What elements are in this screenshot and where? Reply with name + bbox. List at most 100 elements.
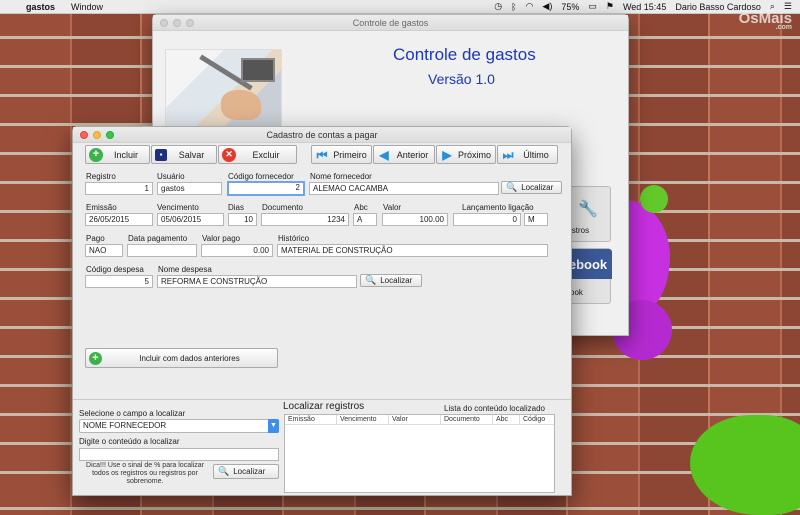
cadastro-window: Cadastro de contas a pagar + Incluir ▪ Sal…	[72, 126, 572, 496]
first-icon: ⏮	[316, 147, 328, 162]
valor-field[interactable]: 100.00	[382, 213, 448, 226]
wallpaper-splash	[690, 415, 800, 515]
historico-field[interactable]: MATERIAL DE CONSTRUÇÃO	[277, 244, 548, 257]
flag-icon[interactable]: ⚑	[606, 1, 614, 12]
menu-bar: gastos Window ◷ ᛒ ◠ ◀) 75% ▭ ⚑ Wed 15:45…	[0, 0, 800, 14]
nome-despesa-field[interactable]: REFORMA E CONSTRUÇÃO	[157, 275, 357, 288]
previous-icon: ◀	[379, 147, 389, 162]
incluir-anteriores-button[interactable]: + Incluir com dados anteriores	[85, 348, 278, 368]
close-button[interactable]	[160, 19, 168, 27]
select-field-label: Selecione o campo a localizar	[79, 409, 186, 418]
last-icon: ⏭	[502, 147, 514, 162]
dias-field[interactable]: 10	[228, 213, 257, 226]
excluir-button[interactable]: ✕ Excluir	[218, 145, 297, 164]
app-version: Versão 1.0	[428, 71, 495, 87]
emissao-field[interactable]: 26/05/2015	[85, 213, 153, 226]
salvar-button[interactable]: ▪ Salvar	[151, 145, 217, 164]
codigo-fornecedor-label: Código fornecedor	[228, 172, 294, 181]
abc-field[interactable]: A	[353, 213, 377, 226]
nome-despesa-label: Nome despesa	[158, 265, 212, 274]
pago-label: Pago	[86, 234, 105, 243]
window-title: Cadastro de contas a pagar	[266, 129, 378, 140]
next-icon: ▶	[442, 147, 452, 162]
data-pagamento-label: Data pagamento	[128, 234, 188, 243]
registro-field[interactable]: 1	[85, 182, 153, 195]
column-header[interactable]: Vencimento	[337, 415, 389, 424]
incluir-button[interactable]: + Incluir	[85, 145, 150, 164]
volume-icon[interactable]: ◀)	[542, 1, 552, 12]
search-input[interactable]	[79, 448, 279, 461]
column-header[interactable]: Abc	[493, 415, 520, 424]
lancamento-field[interactable]: 0	[453, 213, 521, 226]
field-select[interactable]: NOME FORNECEDOR ▼	[79, 419, 279, 433]
time-machine-icon[interactable]: ◷	[494, 1, 502, 12]
localizar-fornecedor-button[interactable]: 🔍 Localizar	[501, 181, 562, 194]
clock[interactable]: Wed 15:45	[623, 2, 666, 12]
app-title: Controle de gastos	[393, 45, 536, 64]
search-content-label: Digite o conteúdo a localizar	[79, 437, 180, 446]
search-icon: 🔍	[506, 182, 518, 192]
wifi-icon[interactable]: ◠	[526, 1, 534, 12]
splash-window-title: Controle de gastos	[352, 17, 429, 28]
codigo-despesa-label: Código despesa	[86, 265, 144, 274]
column-header[interactable]: Emissão	[285, 415, 337, 424]
localizar-search-button[interactable]: 🔍 Localizar	[213, 464, 279, 479]
emissao-label: Emissão	[86, 203, 117, 212]
brand-logo: OsMais .com	[738, 10, 792, 31]
zoom-button[interactable]	[106, 131, 114, 139]
valor-pago-field[interactable]: 0.00	[201, 244, 273, 257]
results-table[interactable]: Emissão Vencimento Valor Documento Abc C…	[284, 414, 555, 493]
ligacao-tipo-field[interactable]: M	[524, 213, 548, 226]
window-menu[interactable]: Window	[71, 2, 103, 12]
dias-label: Dias	[228, 203, 245, 212]
save-icon: ▪	[155, 148, 167, 161]
battery-icon[interactable]: ▭	[588, 1, 597, 12]
usuario-field[interactable]: gastos	[157, 182, 222, 195]
proximo-button[interactable]: ▶ Próximo	[436, 145, 496, 164]
localizar-despesa-button[interactable]: 🔍 Localizar	[360, 274, 422, 287]
nome-fornecedor-field[interactable]: ALEMAO CACAMBA	[309, 182, 499, 195]
minimize-button[interactable]	[93, 131, 101, 139]
valor-label: Valor	[383, 203, 402, 212]
results-title: Localizar registros	[283, 401, 365, 412]
search-hint: Dica!!! Use o sinal de % para localizar …	[86, 462, 204, 485]
battery-percent[interactable]: 75%	[561, 2, 579, 12]
search-icon: 🔍	[218, 466, 230, 476]
usuario-label: Usuário	[157, 172, 185, 181]
bluetooth-icon[interactable]: ᛒ	[511, 2, 516, 12]
window-controls	[80, 131, 114, 139]
cadastro-titlebar[interactable]: Cadastro de contas a pagar	[73, 127, 571, 143]
codigo-fornecedor-field[interactable]: 2	[227, 181, 305, 196]
documento-field[interactable]: 1234	[261, 213, 349, 226]
add-icon: +	[89, 147, 103, 162]
pago-field[interactable]: NAO	[85, 244, 123, 257]
close-button[interactable]	[80, 131, 88, 139]
abc-label: Abc	[354, 203, 368, 212]
anterior-button[interactable]: ◀ Anterior	[373, 145, 435, 164]
codigo-despesa-field[interactable]: 5	[85, 275, 153, 288]
section-divider	[73, 399, 571, 400]
chevron-down-icon[interactable]: ▼	[268, 419, 279, 433]
results-header: Emissão Vencimento Valor Documento Abc C…	[285, 415, 554, 425]
search-icon: 🔍	[365, 275, 377, 285]
vencimento-field[interactable]: 05/06/2015	[157, 213, 224, 226]
splash-titlebar[interactable]: Controle de gastos	[153, 15, 628, 31]
ultimo-button[interactable]: ⏭ Último	[497, 145, 558, 164]
delete-icon: ✕	[222, 147, 236, 162]
wrench-icon: 🔧	[578, 201, 598, 218]
window-controls	[160, 19, 194, 27]
results-subtitle: Lista do conteúdo localizado	[444, 404, 545, 413]
lancamento-label: Lançamento ligação	[462, 203, 534, 212]
minimize-button[interactable]	[173, 19, 181, 27]
column-header[interactable]: Documento	[441, 415, 493, 424]
column-header[interactable]: Valor	[389, 415, 441, 424]
column-header[interactable]: Código	[520, 415, 554, 424]
documento-label: Documento	[262, 203, 303, 212]
zoom-button[interactable]	[186, 19, 194, 27]
finance-photo	[165, 49, 282, 129]
data-pagamento-field[interactable]	[127, 244, 197, 257]
primeiro-button[interactable]: ⏮ Primeiro	[311, 145, 372, 164]
vencimento-label: Vencimento	[157, 203, 199, 212]
registro-label: Registro	[86, 172, 116, 181]
app-menu[interactable]: gastos	[26, 2, 55, 12]
